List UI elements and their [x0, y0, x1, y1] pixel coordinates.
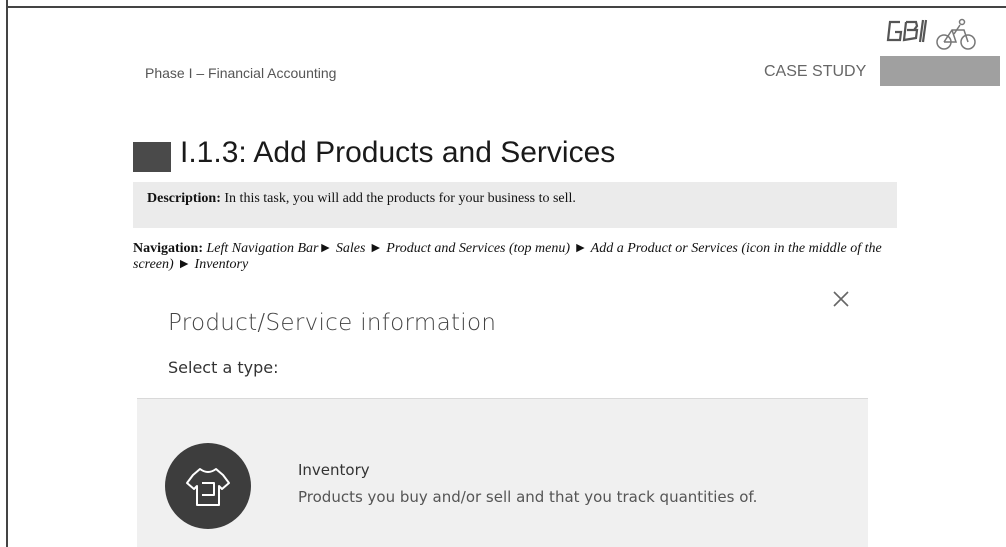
description-body: In this task, you will add the products … [220, 191, 576, 206]
nav-step-2: Sales [332, 241, 369, 256]
close-icon[interactable] [828, 286, 854, 312]
inventory-option[interactable]: Inventory Products you buy and/or sell a… [137, 399, 868, 547]
title-marker [133, 142, 171, 172]
nav-step-3: Product and Services (top menu) [382, 241, 574, 256]
navigation-label: Navigation: [133, 241, 203, 256]
inventory-option-title: Inventory [298, 461, 370, 479]
phase-label: Phase I – Financial Accounting [145, 65, 337, 81]
document-page: Phase I – Financial Accounting CASE STUD… [0, 0, 1006, 547]
nav-arrow-4: ► [177, 257, 192, 272]
description-text: Description: In this task, you will add … [147, 191, 576, 207]
nav-arrow-1: ► [318, 241, 333, 256]
case-study-bar [880, 56, 1000, 86]
task-title: I.1.3: Add Products and Services [180, 136, 616, 169]
nav-arrow-2: ► [368, 241, 383, 256]
description-box: Description: In this task, you will add … [133, 182, 897, 228]
nav-step-5: Inventory [191, 257, 249, 272]
description-label: Description: [147, 191, 221, 206]
navigation-path: Navigation: Left Navigation Bar► Sales ►… [133, 241, 893, 273]
tshirt-icon [186, 468, 230, 506]
nav-step-1: Left Navigation Bar [203, 241, 319, 256]
page-border-top [6, 6, 1006, 8]
modal-title: Product/Service information [168, 310, 497, 336]
select-type-label: Select a type: [168, 358, 279, 377]
case-study-label: CASE STUDY [764, 63, 867, 80]
inventory-option-description: Products you buy and/or sell and that yo… [298, 488, 758, 506]
inventory-icon-circle [165, 443, 251, 529]
nav-arrow-3: ► [573, 241, 588, 256]
page-border-left [6, 0, 8, 547]
gbi-logo [886, 14, 986, 54]
